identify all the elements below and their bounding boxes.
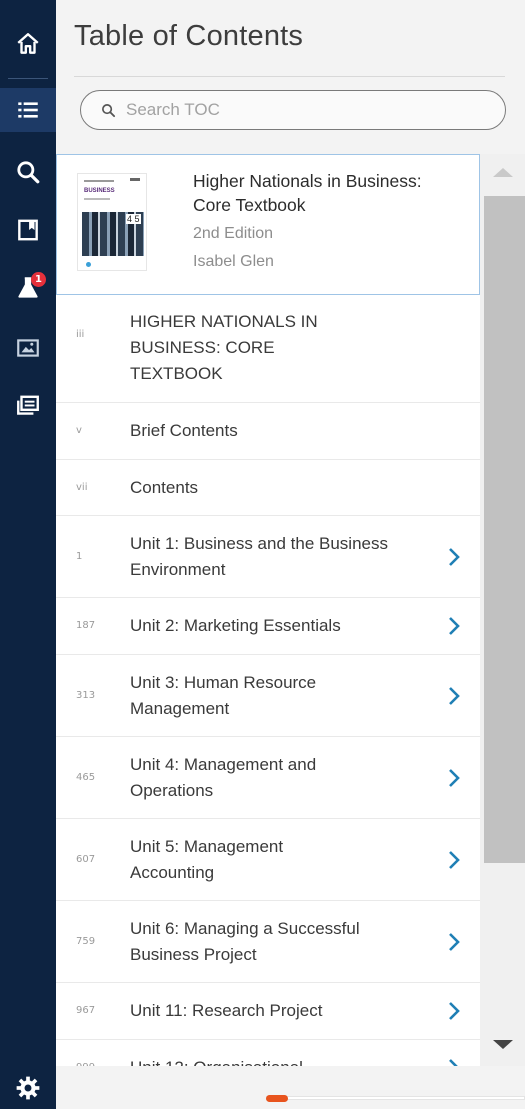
scroll-up-arrow-icon[interactable] <box>493 168 513 177</box>
image-gallery-icon <box>17 339 39 357</box>
toc-item[interactable]: 607 Unit 5: Management Accounting <box>56 819 480 901</box>
media-button[interactable] <box>0 326 56 370</box>
scroll-down-arrow-icon[interactable] <box>493 1040 513 1049</box>
rail-divider <box>8 78 48 79</box>
toc-page-number: 607 <box>76 854 96 865</box>
toc-page-number: 759 <box>76 936 96 947</box>
book-meta: Higher Nationals in Business: Core Textb… <box>193 169 443 271</box>
chevron-right-icon[interactable] <box>446 1058 462 1066</box>
chevron-right-icon[interactable] <box>446 768 462 788</box>
bookmark-button[interactable] <box>0 208 56 252</box>
toc-icon <box>18 102 38 118</box>
chevron-right-icon[interactable] <box>446 850 462 870</box>
book-card[interactable]: BUSINESS 4 5 Higher Nationals in Busines… <box>56 154 480 295</box>
search-box[interactable] <box>80 90 506 130</box>
notes-icon <box>17 395 39 415</box>
toc-item-label: Unit 12: Organisational <box>130 1055 430 1066</box>
toc-item-label: HIGHER NATIONALS IN BUSINESS: CORE TEXTB… <box>130 312 318 383</box>
toc-item[interactable]: vii Contents <box>56 460 480 516</box>
reading-progress-indicator[interactable] <box>266 1095 288 1102</box>
toc-item[interactable]: 759 Unit 6: Managing a Successful Busine… <box>56 901 480 983</box>
toc-item[interactable]: 313 Unit 3: Human Resource Management <box>56 655 480 737</box>
chevron-right-icon[interactable] <box>446 932 462 952</box>
toc-list: BUSINESS 4 5 Higher Nationals in Busines… <box>56 154 480 1066</box>
toc-item[interactable]: 187 Unit 2: Marketing Essentials <box>56 598 480 655</box>
toc-page-number: v <box>76 425 82 436</box>
book-cover: BUSINESS 4 5 <box>77 173 147 271</box>
search-icon <box>102 103 116 117</box>
toc-page-number: 465 <box>76 772 96 783</box>
toc-page-number: 313 <box>76 690 96 701</box>
scrollbar[interactable] <box>480 154 525 1066</box>
notification-badge: 1 <box>31 272 46 287</box>
toc-item-label: Brief Contents <box>130 421 238 440</box>
toc-item[interactable]: 999 Unit 12: Organisational <box>56 1040 480 1066</box>
chevron-right-icon[interactable] <box>446 686 462 706</box>
toc-page-number: vii <box>76 482 88 493</box>
toc-page-number: iii <box>76 329 85 340</box>
toc-page-number: 187 <box>76 620 96 631</box>
book-edition: 2nd Edition <box>193 225 274 242</box>
toc-item-label: Unit 4: Management and Operations <box>130 755 317 800</box>
toc-item-label: Unit 3: Human Resource Management <box>130 673 317 718</box>
toc-item-label: Unit 2: Marketing Essentials <box>130 616 341 635</box>
scrollbar-thumb[interactable] <box>484 196 525 863</box>
chevron-right-icon[interactable] <box>446 1001 462 1021</box>
home-button[interactable] <box>0 22 56 66</box>
bottom-bar <box>56 1066 525 1109</box>
book-author: Isabel Glen <box>193 253 274 270</box>
bookmark-icon <box>18 219 38 241</box>
toc-panel: Table of Contents BUSINESS 4 5 Higher Na… <box>56 0 525 1109</box>
toc-button[interactable] <box>0 88 56 132</box>
activities-button[interactable]: 1 <box>0 266 56 310</box>
reading-progress-track <box>266 1096 525 1100</box>
left-rail: 1 <box>0 0 56 1109</box>
toc-item-label: Contents <box>130 478 199 497</box>
toc-item-label: Unit 6: Managing a Successful Business P… <box>130 919 360 964</box>
chevron-right-icon[interactable] <box>446 616 462 636</box>
toc-item[interactable]: 465 Unit 4: Management and Operations <box>56 737 480 819</box>
toc-item[interactable]: 967 Unit 11: Research Project <box>56 983 480 1040</box>
toc-item-label: Unit 5: Management Accounting <box>130 837 284 882</box>
gear-icon <box>16 1076 40 1100</box>
toc-page-number: 967 <box>76 1005 96 1016</box>
toc-item[interactable]: iii HIGHER NATIONALS IN BUSINESS: CORE T… <box>56 295 480 403</box>
book-title: Higher Nationals in Business: Core Textb… <box>193 171 422 215</box>
search-icon <box>17 161 40 184</box>
toc-page-number: 1 <box>76 551 83 562</box>
toc-item[interactable]: v Brief Contents <box>56 403 480 460</box>
toc-item-label: Unit 1: Business and the Business Enviro… <box>130 534 388 579</box>
home-icon <box>17 33 39 54</box>
settings-button[interactable] <box>0 1066 56 1109</box>
toc-item[interactable]: 1 Unit 1: Business and the Business Envi… <box>56 516 480 598</box>
search-button[interactable] <box>0 150 56 194</box>
notes-button[interactable] <box>0 384 56 428</box>
toc-item-label: Unit 11: Research Project <box>130 1001 323 1020</box>
title-divider <box>74 76 505 77</box>
search-input[interactable] <box>126 100 486 120</box>
chevron-right-icon[interactable] <box>446 547 462 567</box>
page-title: Table of Contents <box>74 20 304 52</box>
